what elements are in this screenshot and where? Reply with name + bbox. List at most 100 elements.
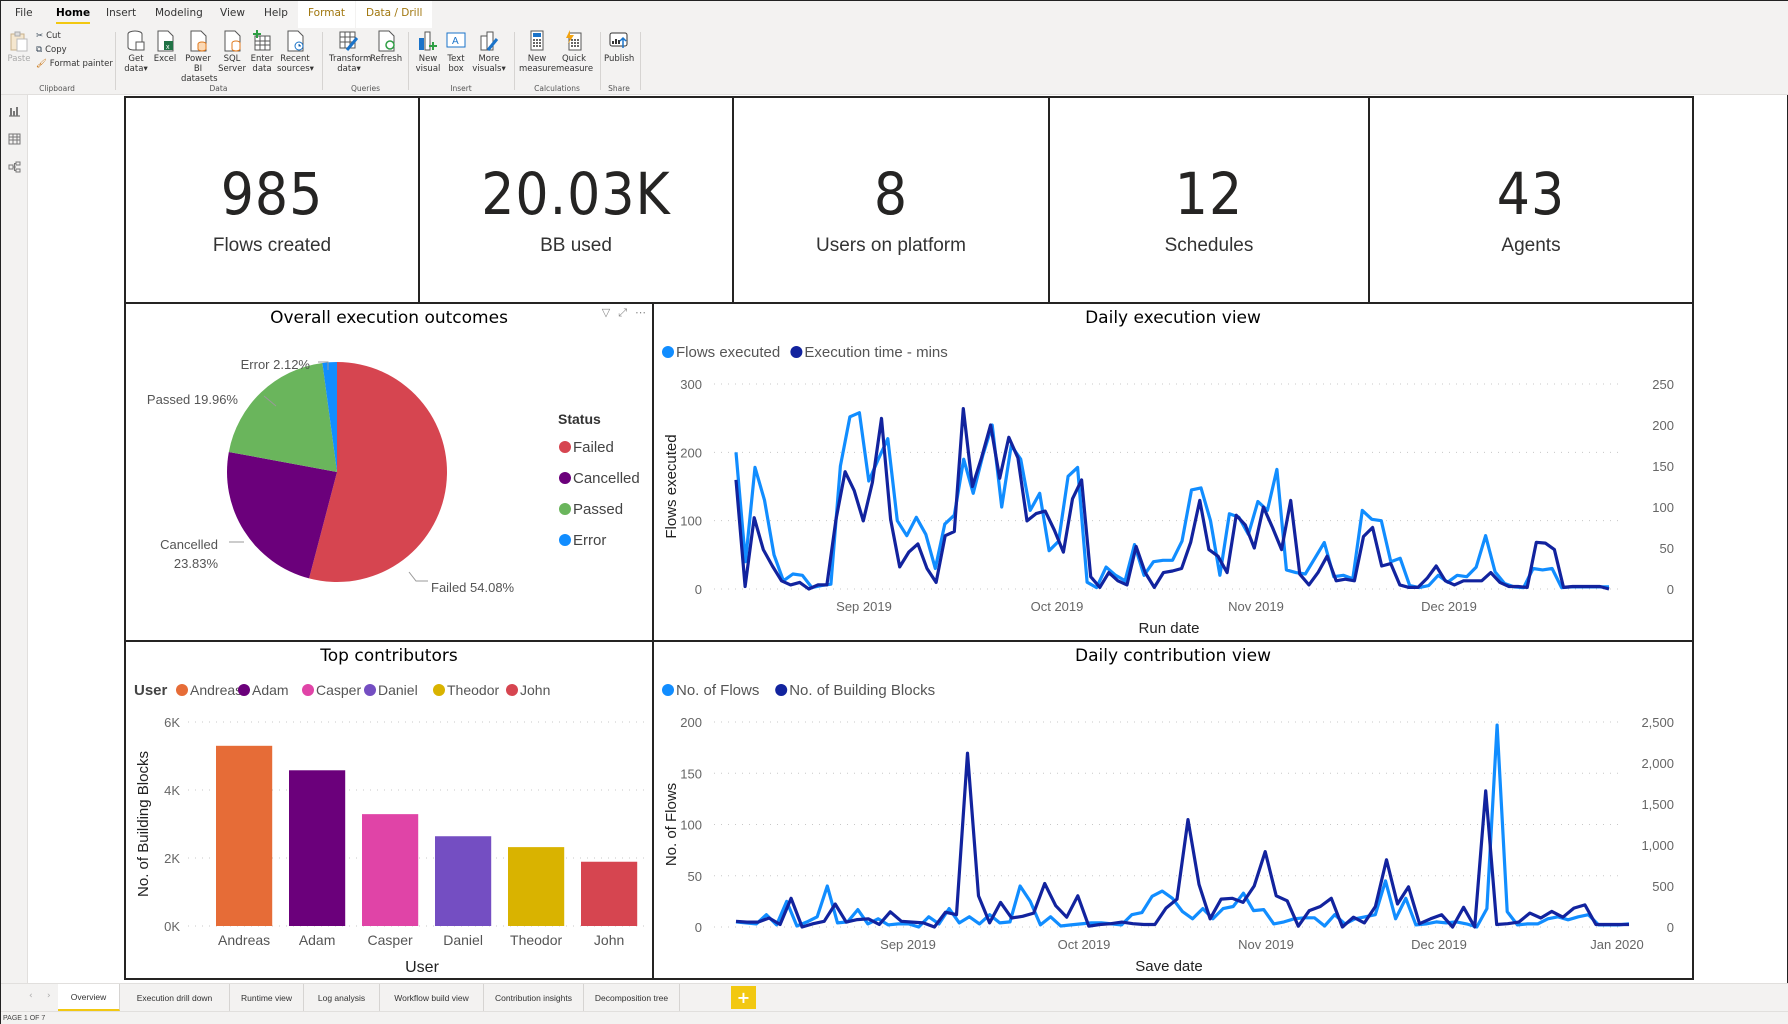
bar-andreas[interactable] xyxy=(216,745,273,926)
legend-item[interactable]: John xyxy=(520,682,550,698)
bar-daniel[interactable] xyxy=(435,836,492,926)
legend-item[interactable]: Error xyxy=(573,532,606,549)
enter-data-button[interactable]: Enter data xyxy=(249,30,275,74)
tab-modeling[interactable]: Modeling xyxy=(155,7,203,19)
report-view-icon[interactable] xyxy=(8,105,21,117)
legend-item[interactable]: No. of Flows xyxy=(676,682,759,699)
legend-item[interactable]: Theodor xyxy=(447,682,499,698)
kpi-card-users[interactable]: 8 Users on platform xyxy=(732,96,1050,304)
bar-john[interactable] xyxy=(581,861,638,926)
y2-tick-label: 2,000 xyxy=(1641,756,1674,771)
cut-button[interactable]: ✂ Cut xyxy=(36,31,61,41)
legend-marker xyxy=(559,472,571,484)
kpi-card-agents[interactable]: 43 Agents xyxy=(1368,96,1694,304)
legend-marker xyxy=(559,503,571,515)
new-visual-icon xyxy=(419,31,437,51)
legend-item[interactable]: Cancelled xyxy=(573,470,640,487)
sql-server-button[interactable]: SQL Server xyxy=(218,30,246,74)
tab-home[interactable]: Home xyxy=(56,7,91,24)
excel-button[interactable]: x Excel xyxy=(153,30,177,64)
page-tab[interactable]: Decomposition tree xyxy=(584,984,680,1011)
recent-sources-button[interactable]: Recent sources▾ xyxy=(277,30,314,74)
tab-data-drill[interactable]: Data / Drill xyxy=(356,1,433,28)
refresh-button[interactable]: Refresh xyxy=(370,30,402,64)
legend-item[interactable]: Passed xyxy=(573,501,623,518)
scroll-left-icon[interactable]: ‹ xyxy=(29,991,33,1001)
legend-marker xyxy=(238,684,250,696)
power-bi-datasets-button[interactable]: Power BI datasets xyxy=(181,30,218,84)
y-tick-label: 2K xyxy=(164,851,180,866)
page-tab[interactable]: Overview xyxy=(58,984,120,1011)
tab-format[interactable]: Format xyxy=(298,1,356,28)
view-switcher-rail xyxy=(1,95,28,983)
pie-data-label: Passed 19.96% xyxy=(147,392,239,407)
daily-execution-visual[interactable]: Daily execution view Flows executed Execu… xyxy=(652,302,1694,642)
x-tick-label: Dec 2019 xyxy=(1421,599,1477,614)
tab-insert[interactable]: Insert xyxy=(106,7,136,19)
legend-item[interactable]: No. of Building Blocks xyxy=(789,682,935,699)
kpi-card-flows-created[interactable]: 985 Flows created xyxy=(124,96,420,304)
legend-item[interactable]: Casper xyxy=(316,682,361,698)
kpi-card-schedules[interactable]: 12 Schedules xyxy=(1048,96,1370,304)
ribbon-separator xyxy=(408,32,409,90)
bar-casper[interactable] xyxy=(362,814,419,926)
transform-icon xyxy=(339,31,359,51)
page-tab[interactable]: Contribution insights xyxy=(484,984,584,1011)
y2-tick-label: 50 xyxy=(1660,541,1674,556)
publish-button[interactable]: Publish xyxy=(604,30,634,64)
page-tab[interactable]: Workflow build view xyxy=(380,984,484,1011)
y-tick-label: 150 xyxy=(680,766,702,781)
data-view-icon[interactable] xyxy=(8,133,21,145)
more-visuals-button[interactable]: More visuals▾ xyxy=(471,30,507,74)
page-tab[interactable]: Log analysis xyxy=(304,984,380,1011)
x-tick-label: Daniel xyxy=(443,932,483,948)
format-painter-button[interactable]: 🖌 Format painter xyxy=(36,59,113,69)
quick-measure-button[interactable]: Quick measure xyxy=(556,30,593,74)
tab-file[interactable]: File xyxy=(15,7,33,19)
y-tick-label: 200 xyxy=(680,715,702,730)
legend-item[interactable]: Adam xyxy=(252,682,289,698)
model-view-icon[interactable] xyxy=(8,161,21,173)
y-tick-label: 4K xyxy=(164,783,180,798)
kpi-card-bb-used[interactable]: 20.03K BB used xyxy=(418,96,734,304)
text-box-button[interactable]: A Text box xyxy=(444,30,468,74)
get-data-button[interactable]: Get data▾ xyxy=(122,30,150,74)
legend-item[interactable]: Andreas xyxy=(190,682,242,698)
kpi-label: Agents xyxy=(1501,235,1561,256)
pie-chart-visual[interactable]: Overall execution outcomes ▽ ⤢ ⋯ Failed … xyxy=(124,302,654,642)
sql-server-icon xyxy=(224,30,241,52)
legend-item[interactable]: Daniel xyxy=(378,682,418,698)
legend-item[interactable]: Failed xyxy=(573,439,614,456)
scroll-right-icon[interactable]: › xyxy=(47,991,51,1001)
x-tick-label: Jan 2020 xyxy=(1590,937,1644,952)
page-tab[interactable]: Runtime view xyxy=(230,984,304,1011)
daily-contribution-visual[interactable]: Daily contribution view No. of Flows No. … xyxy=(652,640,1694,980)
top-contributors-visual[interactable]: Top contributors User Andreas Adam Casper Da… xyxy=(124,640,654,980)
new-visual-button[interactable]: New visual xyxy=(415,30,441,74)
legend-item[interactable]: Flows executed xyxy=(676,344,780,361)
copy-button[interactable]: ⧉ Copy xyxy=(36,45,67,55)
new-measure-button[interactable]: New measure xyxy=(519,30,556,74)
transform-data-button[interactable]: Transform data▾ xyxy=(329,30,371,74)
scissors-icon: ✂ xyxy=(36,31,44,41)
tab-help[interactable]: Help xyxy=(264,7,288,19)
y-tick-label: 200 xyxy=(680,445,702,460)
ribbon-separator xyxy=(640,32,641,90)
x-tick-label: Nov 2019 xyxy=(1228,599,1284,614)
daily-execution-svg: Flows executed Execution time - mins 0 100 2… xyxy=(662,344,1674,637)
bar-theodor[interactable] xyxy=(508,847,565,926)
ribbon-separator xyxy=(322,32,323,90)
page-tab[interactable]: Execution drill down xyxy=(120,984,230,1011)
ribbon-separator xyxy=(514,32,515,90)
add-page-button[interactable]: + xyxy=(731,986,756,1009)
svg-text:A: A xyxy=(452,36,459,47)
ribbon-separator xyxy=(115,32,116,90)
bar-adam[interactable] xyxy=(289,770,346,926)
y2-tick-label: 500 xyxy=(1652,879,1674,894)
paste-button[interactable]: Paste xyxy=(7,30,31,64)
clipboard-group-label: Clipboard xyxy=(39,84,75,93)
tab-view[interactable]: View xyxy=(220,7,245,19)
y2-tick-label: 1,500 xyxy=(1641,797,1674,812)
kpi-value: 20.03K xyxy=(481,160,671,228)
legend-item[interactable]: Execution time - mins xyxy=(804,344,947,361)
